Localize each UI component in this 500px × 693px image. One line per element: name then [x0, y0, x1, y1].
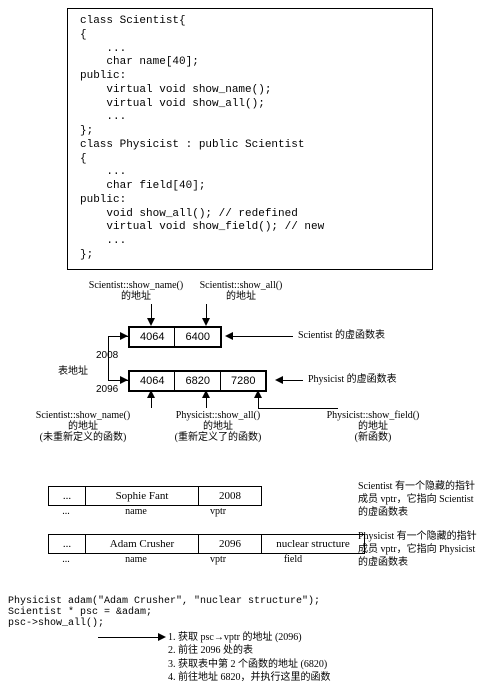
label-sci-show-name: Scientist::show_name()的地址 [76, 280, 196, 302]
label-table-addr: 表地址 [58, 366, 88, 377]
sub-label: ... [54, 506, 78, 517]
obj-cell: 2096 [199, 535, 262, 553]
step: 2. 前往 2096 处的表 [168, 644, 331, 658]
sub-label: field [248, 554, 338, 565]
caption-sci-vtable: Scientist 的虚函数表 [298, 330, 408, 341]
sub-label: ... [54, 554, 78, 565]
caption-phy-vtable: Physicist 的虚函数表 [308, 374, 418, 385]
vtable-cell: 6820 [175, 372, 220, 390]
addr-2096: 2096 [96, 384, 118, 395]
obj-cell: Sophie Fant [86, 487, 199, 505]
step: 1. 获取 psc→vptr 的地址 (2096) [168, 631, 331, 645]
adam-object: ... Adam Crusher 2096 nuclear structure [48, 534, 365, 554]
scientist-vtable: 4064 6400 [128, 326, 222, 348]
bottom-code: Physicist adam("Adam Crusher", "nuclear … [8, 596, 492, 629]
sub-label: name [86, 554, 186, 565]
vtable-cell: 6400 [175, 328, 219, 346]
label-sci-show-all: Scientist::show_all()的地址 [186, 280, 296, 302]
step: 3. 获取表中第 2 个函数的地址 (6820) [168, 658, 331, 672]
side-text-phy: Physicist 有一个隐藏的指针成员 vptr，它指向 Physicist … [358, 530, 478, 569]
step: 4. 前往地址 6820，并执行这里的函数 [168, 671, 331, 685]
steps-wrap: 1. 获取 psc→vptr 的地址 (2096) 2. 前往 2096 处的表… [8, 631, 492, 685]
sophie-object: ... Sophie Fant 2008 [48, 486, 262, 506]
sub-label: name [86, 506, 186, 517]
sub-label: vptr [193, 554, 243, 565]
note-sci-show-name: Scientist::show_name()的地址(未重新定义的函数) [18, 410, 148, 443]
object-diagram: ... Sophie Fant 2008 ... name vptr Scien… [8, 480, 492, 590]
sub-label: vptr [193, 506, 243, 517]
obj-cell: ... [49, 535, 86, 553]
side-text-sci: Scientist 有一个隐藏的指针成员 vptr，它指向 Scientist … [358, 480, 478, 519]
vtable-cell: 4064 [130, 328, 175, 346]
obj-cell: Adam Crusher [86, 535, 199, 553]
obj-cell: nuclear structure [262, 535, 364, 553]
note-phy-show-field: Physicist::show_field()的地址(新函数) [308, 410, 438, 443]
steps-list: 1. 获取 psc→vptr 的地址 (2096) 2. 前往 2096 处的表… [168, 631, 331, 685]
obj-cell: 2008 [199, 487, 261, 505]
vtable-cell: 4064 [130, 372, 175, 390]
vtable-cell: 7280 [221, 372, 265, 390]
obj-cell: ... [49, 487, 86, 505]
note-phy-show-all: Physicist::show_all()的地址(重新定义了的函数) [158, 410, 278, 443]
vtable-diagram: Scientist::show_name()的地址 Scientist::sho… [8, 280, 492, 480]
code-block: class Scientist{ { ... char name[40]; pu… [67, 8, 433, 270]
physicist-vtable: 4064 6820 7280 [128, 370, 267, 392]
